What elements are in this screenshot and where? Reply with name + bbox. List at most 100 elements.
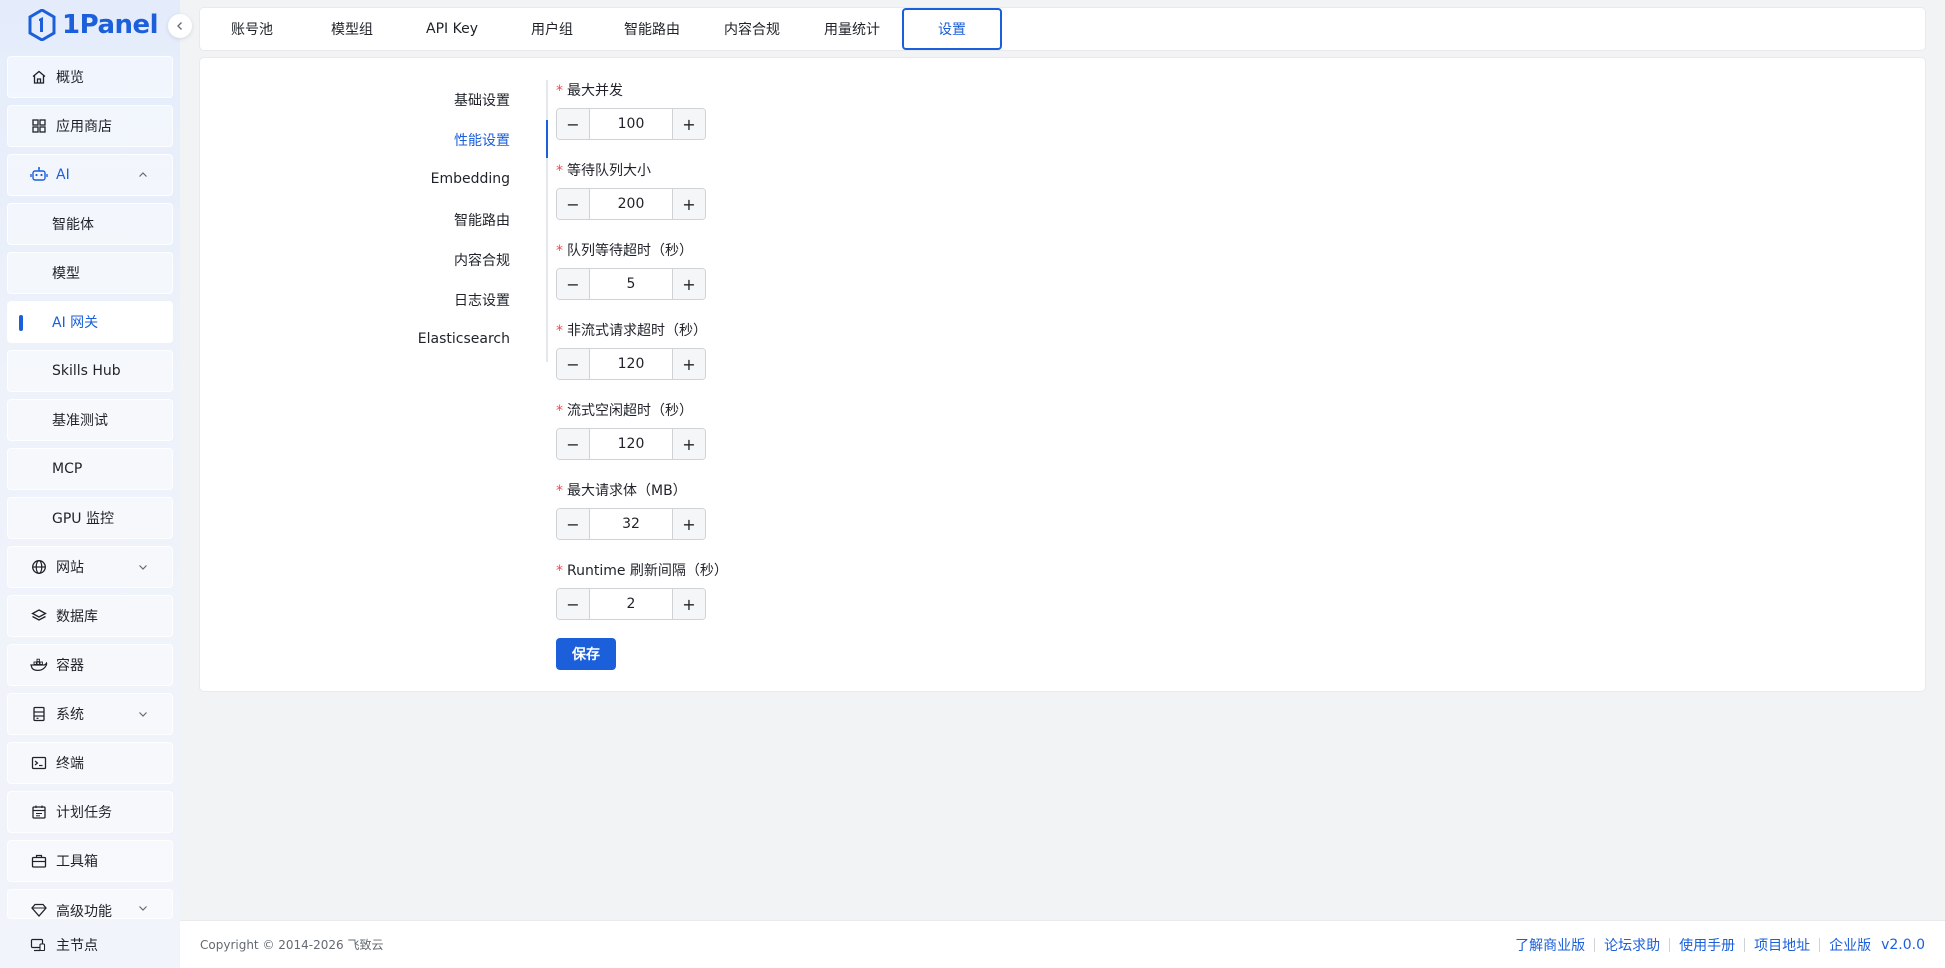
field-label-non-stream-timeout: * 非流式请求超时（秒） [556,323,707,339]
copyright-text: Copyright © 2014-2026 飞致云 [200,938,384,952]
increment-button[interactable]: + [672,429,705,459]
node-switcher[interactable]: 主节点 [0,922,180,968]
sidebar-item-system[interactable]: 系统 [7,693,173,735]
decrement-button[interactable]: − [557,189,590,219]
footer-links: 了解商业版 论坛求助 使用手册 项目地址 企业版 v2.0.0 [1515,935,1925,955]
tab-smart-routing[interactable]: 智能路由 [602,8,702,50]
queue-timeout-stepper: − 5 + [556,268,706,300]
decrement-button[interactable]: − [557,589,590,619]
toolbox-icon [31,854,47,868]
increment-button[interactable]: + [672,269,705,299]
sidebar-item-label: 应用商店 [56,119,112,135]
field-label-queue-timeout: * 队列等待超时（秒） [556,243,693,259]
sidebar-item-models[interactable]: 模型 [7,252,173,294]
anchor-performance-settings[interactable]: 性能设置 [350,130,530,150]
link-forum-help[interactable]: 论坛求助 [1604,935,1660,955]
sidebar-item-overview[interactable]: 概览 [7,56,173,98]
tab-account-pool[interactable]: 账号池 [202,8,302,50]
anchor-content-compliance[interactable]: 内容合规 [350,250,530,270]
increment-button[interactable]: + [672,349,705,379]
stepper-value[interactable]: 2 [590,589,672,619]
sidebar-item-label: 智能体 [52,217,94,233]
footer: Copyright © 2014-2026 飞致云 了解商业版 论坛求助 使用手… [180,920,1945,968]
version-label: v2.0.0 [1881,937,1925,953]
tab-usage-stats[interactable]: 用量统计 [802,8,902,50]
sidebar-item-gpu-monitor[interactable]: GPU 监控 [7,497,173,539]
sidebar-item-label: 系统 [56,707,84,723]
increment-button[interactable]: + [672,189,705,219]
increment-button[interactable]: + [672,109,705,139]
sidebar-item-agents[interactable]: 智能体 [7,203,173,245]
docker-icon [30,658,48,671]
chevron-down-icon [139,565,147,570]
sidebar-item-ai[interactable]: AI [7,154,173,196]
diamond-icon [31,903,47,917]
anchor-basic-settings[interactable]: 基础设置 [350,90,530,110]
sidebar-item-label: MCP [52,461,83,477]
decrement-button[interactable]: − [557,269,590,299]
link-enterprise-edition[interactable]: 企业版 [1829,935,1871,955]
sidebar-item-label: 容器 [56,658,84,674]
tab-api-key[interactable]: API Key [402,8,502,50]
decrement-button[interactable]: − [557,509,590,539]
save-button[interactable]: 保存 [556,638,616,670]
sidebar-item-mcp[interactable]: MCP [7,448,173,490]
sidebar-item-website[interactable]: 网站 [7,546,173,588]
link-commercial-edition[interactable]: 了解商业版 [1515,935,1585,955]
divider [1669,938,1671,952]
sidebar-item-appstore[interactable]: 应用商店 [7,105,173,147]
stepper-value[interactable]: 32 [590,509,672,539]
sidebar-item-advanced[interactable]: 高级功能 [7,889,173,919]
sidebar-item-label: 终端 [56,756,84,772]
tab-settings[interactable]: 设置 [902,8,1002,50]
sidebar-item-label: 高级功能 [56,904,112,919]
increment-button[interactable]: + [672,589,705,619]
chevron-up-icon [139,172,147,177]
non-stream-timeout-stepper: − 120 + [556,348,706,380]
increment-button[interactable]: + [672,509,705,539]
active-indicator [19,315,23,331]
link-user-manual[interactable]: 使用手册 [1679,935,1735,955]
anchor-smart-routing[interactable]: 智能路由 [350,210,530,230]
layers-icon [31,609,47,621]
sidebar-item-label: 网站 [56,560,84,576]
stepper-value[interactable]: 5 [590,269,672,299]
link-project-address[interactable]: 项目地址 [1754,935,1810,955]
sidebar-item-toolbox[interactable]: 工具箱 [7,840,173,882]
sidebar-item-benchmark[interactable]: 基准测试 [7,399,173,441]
collapse-sidebar-button[interactable] [168,14,192,38]
sidebar-item-skills-hub[interactable]: Skills Hub [7,350,173,392]
sidebar-item-label: 计划任务 [56,805,112,821]
divider [1744,938,1746,952]
tab-user-group[interactable]: 用户组 [502,8,602,50]
home-icon [32,70,46,84]
stepper-value[interactable]: 100 [590,109,672,139]
anchor-active-indicator [546,120,548,158]
chevron-down-icon [139,712,147,717]
anchor-embedding[interactable]: Embedding [350,171,530,187]
chevron-down-icon [139,906,147,911]
sidebar-item-cron[interactable]: 计划任务 [7,791,173,833]
sidebar-item-container[interactable]: 容器 [7,644,173,686]
decrement-button[interactable]: − [557,349,590,379]
anchor-log-settings[interactable]: 日志设置 [350,290,530,310]
robot-icon [30,167,48,181]
sidebar-item-ai-gateway[interactable]: AI 网关 [7,301,173,343]
anchor-elasticsearch[interactable]: Elasticsearch [350,331,530,347]
globe-icon [32,560,46,574]
sidebar-item-database[interactable]: 数据库 [7,595,173,637]
field-label-stream-idle-timeout: * 流式空闲超时（秒） [556,403,693,419]
sidebar-item-terminal[interactable]: 终端 [7,742,173,784]
divider [1594,938,1596,952]
sidebar-item-label: AI [56,167,70,183]
stepper-value[interactable]: 120 [590,429,672,459]
logo[interactable]: 1Panel [28,8,159,42]
tab-model-group[interactable]: 模型组 [302,8,402,50]
stepper-value[interactable]: 120 [590,349,672,379]
decrement-button[interactable]: − [557,429,590,459]
stepper-value[interactable]: 200 [590,189,672,219]
max-request-body-stepper: − 32 + [556,508,706,540]
decrement-button[interactable]: − [557,109,590,139]
sidebar-item-label: 模型 [52,266,80,282]
tab-content-compliance[interactable]: 内容合规 [702,8,802,50]
